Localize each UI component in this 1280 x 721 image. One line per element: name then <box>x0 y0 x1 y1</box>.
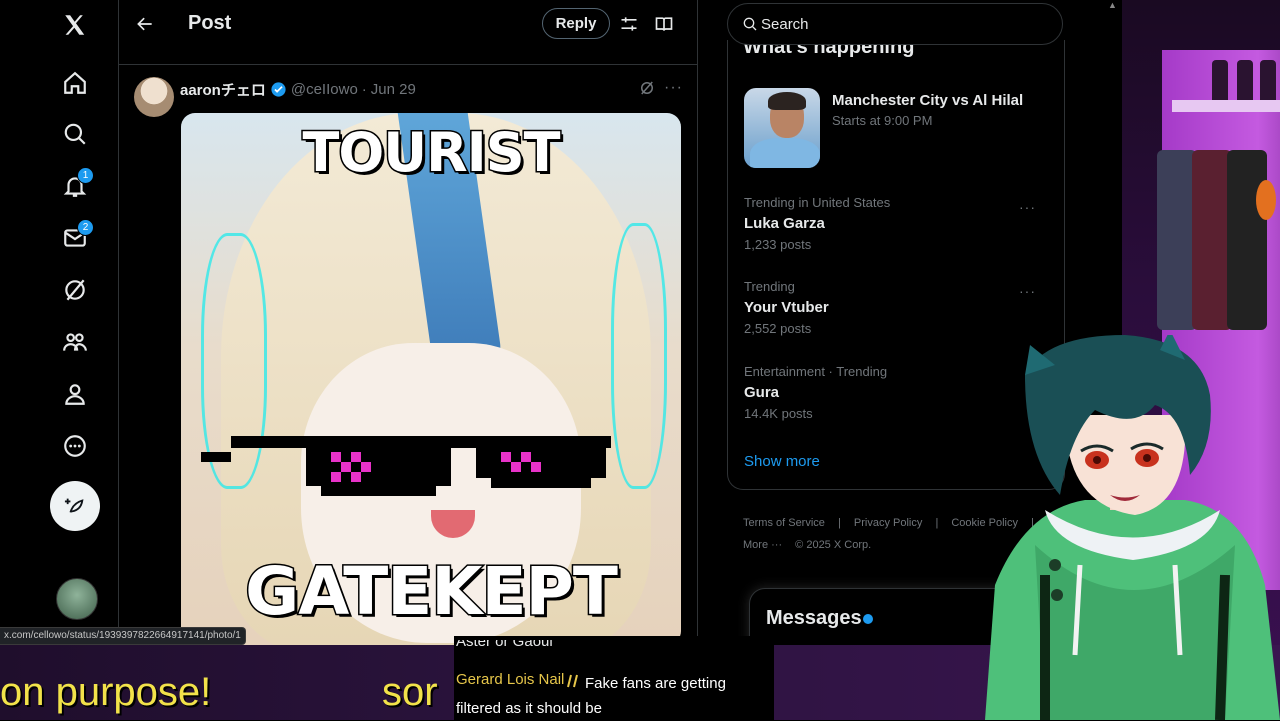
messages-title: Messages <box>766 607 862 629</box>
notifications-badge: 1 <box>77 167 94 184</box>
event-title[interactable]: Manchester City vs Al Hilal <box>832 92 1023 109</box>
trend-count: 2,552 posts <box>744 321 812 336</box>
author-row: aaronチェロ @ceIIowo · Jun 29 <box>180 79 416 100</box>
scrollbar-up-arrow-icon[interactable]: ▲ <box>1108 0 1122 10</box>
trend-context: Trending <box>744 279 795 294</box>
messages-badge: 2 <box>77 219 94 236</box>
left-nav: 1 2 <box>0 0 119 645</box>
terms-link[interactable]: Terms of Service <box>743 517 825 529</box>
profile-icon[interactable] <box>60 379 90 409</box>
unread-dot-icon <box>863 614 873 624</box>
author-handle[interactable]: @ceIIowo <box>291 81 358 98</box>
copyright: © 2025 X Corp. <box>795 539 872 551</box>
author-name[interactable]: aaronチェロ <box>180 79 266 100</box>
feather-plus-icon <box>64 498 84 513</box>
privacy-link[interactable]: Privacy Policy <box>854 517 922 529</box>
more-circle-icon[interactable] <box>60 431 90 461</box>
post-date[interactable]: Jun 29 <box>371 81 416 98</box>
reply-button[interactable]: Reply <box>542 8 610 39</box>
trend-context: Trending in United States <box>744 195 891 210</box>
trend-item[interactable]: Trending Your Vtuber 2,552 posts ··· <box>744 279 1054 336</box>
post-image[interactable]: TOURIST GATEKEPT <box>181 113 681 645</box>
footer-separator: | <box>935 517 939 529</box>
x-logo-icon[interactable] <box>60 10 90 40</box>
pixel-sunglasses-icon <box>201 436 611 496</box>
author-avatar[interactable] <box>134 77 174 117</box>
trend-name: Luka Garza <box>744 215 825 232</box>
vtuber-avatar <box>985 335 1280 720</box>
account-avatar[interactable] <box>56 578 98 620</box>
communities-icon[interactable] <box>60 327 90 357</box>
trend-name: Your Vtuber <box>744 299 829 316</box>
back-arrow-icon[interactable] <box>133 12 157 36</box>
footer-more-link[interactable]: More ··· <box>743 539 782 551</box>
post-column: Post Reply aaronチェロ @ceIIowo · Jun 29 ··… <box>119 0 698 645</box>
messages-envelope-icon[interactable]: 2 <box>60 219 94 253</box>
post-header: Post Reply <box>119 0 697 65</box>
post-more-icon[interactable]: ··· <box>664 79 684 97</box>
show-more-link[interactable]: Show more <box>744 453 820 470</box>
page-title: Post <box>188 12 232 34</box>
scrolling-ticker: sor <box>382 670 438 714</box>
home-icon[interactable] <box>60 68 90 98</box>
trend-item[interactable]: Trending in United States Luka Garza 1,2… <box>744 195 1054 252</box>
meta-separator: · <box>361 81 367 98</box>
search-icon[interactable] <box>60 119 90 149</box>
image-caption-top: TOURIST <box>301 120 562 186</box>
footer-separator: | <box>837 517 841 529</box>
trend-more-icon[interactable]: ··· <box>1019 199 1036 215</box>
search-placeholder: Search <box>761 16 809 33</box>
search-icon <box>743 17 757 31</box>
chat-message-text: Fake fans are getting filtered as it sho… <box>456 675 726 717</box>
trend-more-icon[interactable]: ··· <box>1019 283 1036 299</box>
grok-icon[interactable] <box>60 275 90 305</box>
status-url-tooltip: x.com/cellowo/status/1939397822664917141… <box>0 627 246 645</box>
event-thumbnail[interactable] <box>744 88 820 168</box>
notifications-bell-icon[interactable]: 1 <box>60 167 94 201</box>
scrolling-ticker: on purpose! <box>0 670 212 714</box>
compose-post-button[interactable] <box>50 481 100 531</box>
search-input[interactable]: Search <box>727 3 1063 45</box>
image-caption-bottom: GATEKEPT <box>244 552 620 632</box>
event-subtitle: Starts at 9:00 PM <box>832 113 933 128</box>
trend-count: 1,233 posts <box>744 237 812 252</box>
grok-explain-icon[interactable] <box>638 79 656 97</box>
verified-badge-icon <box>271 82 286 97</box>
reader-mode-icon[interactable] <box>654 14 674 34</box>
adjust-sliders-icon[interactable] <box>619 14 639 34</box>
